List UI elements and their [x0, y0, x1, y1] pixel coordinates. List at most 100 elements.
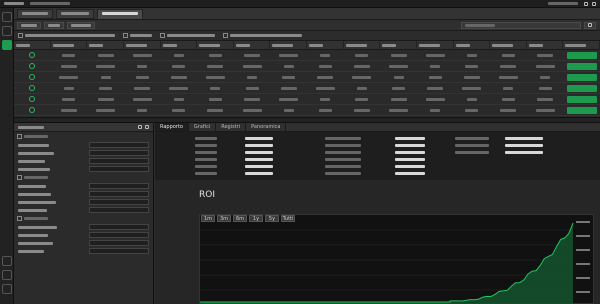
- table-cell: [87, 108, 124, 112]
- status-icon: [29, 85, 36, 91]
- toolbar-button[interactable]: [44, 21, 64, 29]
- stat-entry: [325, 170, 361, 177]
- settings-icon[interactable]: [2, 256, 12, 266]
- table-row[interactable]: [14, 61, 600, 72]
- stats-column: [195, 135, 217, 177]
- column-header[interactable]: [234, 41, 271, 50]
- stat-entry: [455, 149, 489, 156]
- parameter-input[interactable]: [89, 224, 149, 230]
- table-row[interactable]: [14, 83, 600, 94]
- bell-icon[interactable]: [2, 284, 12, 294]
- parameter-input[interactable]: [89, 158, 149, 164]
- range-5y-button[interactable]: 5y: [265, 215, 279, 222]
- parameter-input[interactable]: [89, 166, 149, 172]
- table-cell: [161, 64, 198, 68]
- apply-button[interactable]: [566, 73, 597, 81]
- parameter-input[interactable]: [89, 183, 149, 189]
- table-cell: [124, 86, 161, 90]
- minimize-icon[interactable]: [584, 1, 588, 6]
- table-cell: [14, 96, 51, 102]
- table-cell: [14, 52, 51, 58]
- toolbar-button[interactable]: [67, 21, 95, 29]
- table-cell: [87, 64, 124, 68]
- column-header[interactable]: [563, 41, 600, 50]
- apply-button[interactable]: [566, 51, 597, 59]
- filter-checkbox[interactable]: [18, 33, 115, 38]
- table-header: [14, 41, 600, 50]
- close-icon[interactable]: [145, 125, 149, 129]
- filter-checkbox[interactable]: [160, 33, 215, 38]
- stats-column: [245, 135, 273, 177]
- column-header[interactable]: [344, 41, 381, 50]
- table-row[interactable]: [14, 72, 600, 83]
- parameter-input[interactable]: [89, 191, 149, 197]
- column-header[interactable]: [380, 41, 417, 50]
- table-cell: [490, 64, 527, 68]
- parameter-input[interactable]: [89, 142, 149, 148]
- stat-entry: [195, 135, 217, 142]
- person-icon[interactable]: [2, 270, 12, 280]
- apply-button[interactable]: [566, 62, 597, 70]
- range-1y-button[interactable]: 1y: [249, 215, 263, 222]
- table-cell: [124, 75, 161, 79]
- roi-chart: [199, 214, 594, 304]
- stat-entry: [505, 149, 543, 156]
- table-cell: [344, 108, 381, 112]
- column-header[interactable]: [14, 41, 51, 50]
- parameter-section[interactable]: [14, 132, 153, 141]
- column-header[interactable]: [270, 41, 307, 50]
- parameter-input[interactable]: [89, 240, 149, 246]
- apply-button[interactable]: [566, 95, 597, 103]
- doc-tab[interactable]: [56, 8, 94, 19]
- parameter-section[interactable]: [14, 173, 153, 182]
- parameter-input[interactable]: [89, 150, 149, 156]
- home-icon[interactable]: [1, 12, 12, 22]
- range-3m-button[interactable]: 3m: [217, 215, 231, 222]
- table-row[interactable]: [14, 50, 600, 61]
- range-1m-button[interactable]: 1m: [201, 215, 215, 222]
- filter-checkbox[interactable]: [123, 33, 152, 38]
- table-row[interactable]: [14, 94, 600, 105]
- range-all-button[interactable]: Tutti: [281, 215, 295, 222]
- close-icon[interactable]: [592, 1, 596, 6]
- range-6m-button[interactable]: 6m: [233, 215, 247, 222]
- tab-report[interactable]: Rapporto: [155, 123, 189, 131]
- column-header[interactable]: [417, 41, 454, 50]
- parameter-input[interactable]: [89, 207, 149, 213]
- apply-button[interactable]: [566, 106, 597, 114]
- strategy-icon[interactable]: [1, 40, 12, 50]
- column-header[interactable]: [161, 41, 198, 50]
- apply-button[interactable]: [566, 84, 597, 92]
- table-cell: [527, 53, 564, 57]
- table-cell: [563, 84, 600, 92]
- column-header[interactable]: [454, 41, 491, 50]
- column-header[interactable]: [527, 41, 564, 50]
- parameter-input[interactable]: [89, 248, 149, 254]
- table-cell: [563, 106, 600, 114]
- column-header[interactable]: [124, 41, 161, 50]
- chart-icon[interactable]: [1, 26, 12, 36]
- tab-overview[interactable]: Panoramica: [246, 123, 287, 131]
- doc-tab[interactable]: [17, 8, 53, 19]
- parameter-input[interactable]: [89, 232, 149, 238]
- column-header[interactable]: [307, 41, 344, 50]
- pin-icon[interactable]: [138, 125, 142, 129]
- column-header[interactable]: [87, 41, 124, 50]
- app-menu[interactable]: [4, 2, 24, 5]
- toolbar-button[interactable]: [17, 21, 41, 29]
- column-header[interactable]: [51, 41, 88, 50]
- table-cell: [87, 86, 124, 90]
- run-button[interactable]: [584, 21, 596, 29]
- tab-charts[interactable]: Grafici: [189, 123, 217, 131]
- parameter-section[interactable]: [14, 214, 153, 223]
- column-header[interactable]: [490, 41, 527, 50]
- filter-checkbox[interactable]: [223, 33, 302, 38]
- parameter-input[interactable]: [89, 199, 149, 205]
- status-icon: [29, 96, 36, 102]
- table-row[interactable]: [14, 105, 600, 116]
- column-header[interactable]: [197, 41, 234, 50]
- doc-tab-active[interactable]: [97, 8, 143, 19]
- search-input[interactable]: [461, 21, 581, 29]
- tab-logs[interactable]: Registri: [216, 123, 247, 131]
- table-cell: [234, 64, 271, 68]
